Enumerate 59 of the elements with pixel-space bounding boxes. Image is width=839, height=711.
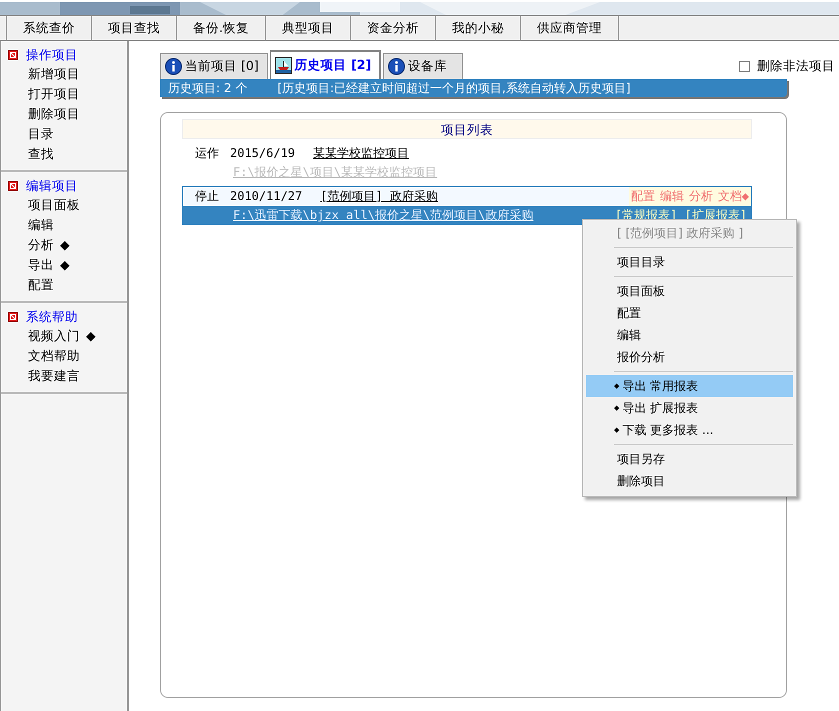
tab[interactable]: 当前项目 [0] xyxy=(160,53,268,79)
section-icon xyxy=(8,50,18,60)
sidebar-item[interactable]: 我要建言 xyxy=(28,368,80,383)
menu-item[interactable]: $^{◆}$ 导出 常用报表 xyxy=(586,375,793,397)
sidebar-item[interactable]: 项目面板 xyxy=(28,197,80,212)
banner-note: [历史项目:已经建立时间超过一个月的项目,系统自动转入历史项目] xyxy=(277,80,631,97)
menu-item[interactable]: 备份.恢复 xyxy=(176,16,265,40)
sidebar-item[interactable]: 文档帮助 xyxy=(28,348,80,363)
project-name-link[interactable]: [范例项目] 政府采购 xyxy=(320,187,438,206)
menu-item[interactable]: 删除项目 xyxy=(586,470,793,492)
sidebar-item[interactable]: 视频入门 xyxy=(28,328,80,343)
sidebar-item[interactable]: 新增项目 xyxy=(28,66,80,81)
list-title: 项目列表 xyxy=(182,119,752,139)
tab[interactable]: 设备库 xyxy=(383,53,464,79)
boat-icon xyxy=(274,57,292,74)
menu-header: [ [范例项目] 政府采购 ] xyxy=(616,225,744,242)
path-link[interactable]: F:\迅雷下载\bjzx all\报价之星\范例项目\政府采购 xyxy=(233,206,534,224)
project-row[interactable]: 运作 2015/6/19 某某学校监控项目 F:\报价之星\项目\某某学校监控项目 xyxy=(182,143,752,182)
sidebar-item[interactable]: 分析 xyxy=(28,237,54,252)
info-icon xyxy=(388,58,406,75)
sidebar-item[interactable]: 打开项目 xyxy=(28,86,80,101)
sidebar-item[interactable]: 导出 xyxy=(28,257,54,272)
project-date: 2010/11/27 xyxy=(230,188,302,205)
section-title[interactable]: 系统帮助 xyxy=(26,308,78,326)
menu-item[interactable]: 配置 xyxy=(586,302,793,324)
menu-item[interactable]: 我的小秘 xyxy=(434,16,520,40)
tab[interactable]: 历史项目 [2] xyxy=(270,50,382,79)
info-icon xyxy=(165,58,182,75)
project-name-link[interactable]: 某某学校监控项目 xyxy=(313,144,410,163)
section-title[interactable]: 操作项目 xyxy=(26,46,78,64)
menu-item[interactable]: 系统查价 xyxy=(6,16,91,40)
project-status: 运作 xyxy=(195,145,219,162)
menu-item[interactable]: $^{◆}$ 下载 更多报表 ... xyxy=(586,419,793,441)
menu-item[interactable]: $^{◆}$ 导出 扩展报表 xyxy=(586,397,793,419)
section-icon xyxy=(8,312,18,322)
section-icon xyxy=(8,181,18,191)
menu-item[interactable]: 供应商管理 xyxy=(520,16,619,40)
menu-item[interactable]: 项目目录 xyxy=(586,251,793,273)
menu-item[interactable]: 报价分析 xyxy=(586,346,793,368)
project-date: 2015/6/19 xyxy=(230,145,296,162)
menu-item[interactable]: 典型项目 xyxy=(264,16,350,40)
delete-illegal-checkbox[interactable] xyxy=(739,60,750,72)
menu-item[interactable]: 资金分析 xyxy=(350,16,435,40)
menu-item[interactable]: 编辑 xyxy=(586,324,793,346)
sidebar-item[interactable]: 配置 xyxy=(28,277,54,292)
project-count: 历史项目: 2 个 xyxy=(168,80,248,97)
submenu-marker: ◆ xyxy=(60,257,70,272)
submenu-marker: ◆ xyxy=(60,237,70,252)
menu-item[interactable]: 项目面板 xyxy=(586,280,793,302)
sidebar-item[interactable]: 目录 xyxy=(28,126,54,141)
checkbox-label: 删除非法项目 xyxy=(757,56,835,75)
menu-item[interactable]: 项目查找 xyxy=(91,16,176,40)
submenu-marker: ◆ xyxy=(86,328,96,343)
section-title[interactable]: 编辑项目 xyxy=(26,177,78,195)
sidebar-item[interactable]: 查找 xyxy=(28,146,54,161)
sidebar-item[interactable]: 编辑 xyxy=(28,217,54,232)
project-status: 停止 xyxy=(195,188,219,205)
menu-item[interactable]: 项目另存 xyxy=(586,448,793,470)
sidebar-item[interactable]: 删除项目 xyxy=(28,106,80,121)
